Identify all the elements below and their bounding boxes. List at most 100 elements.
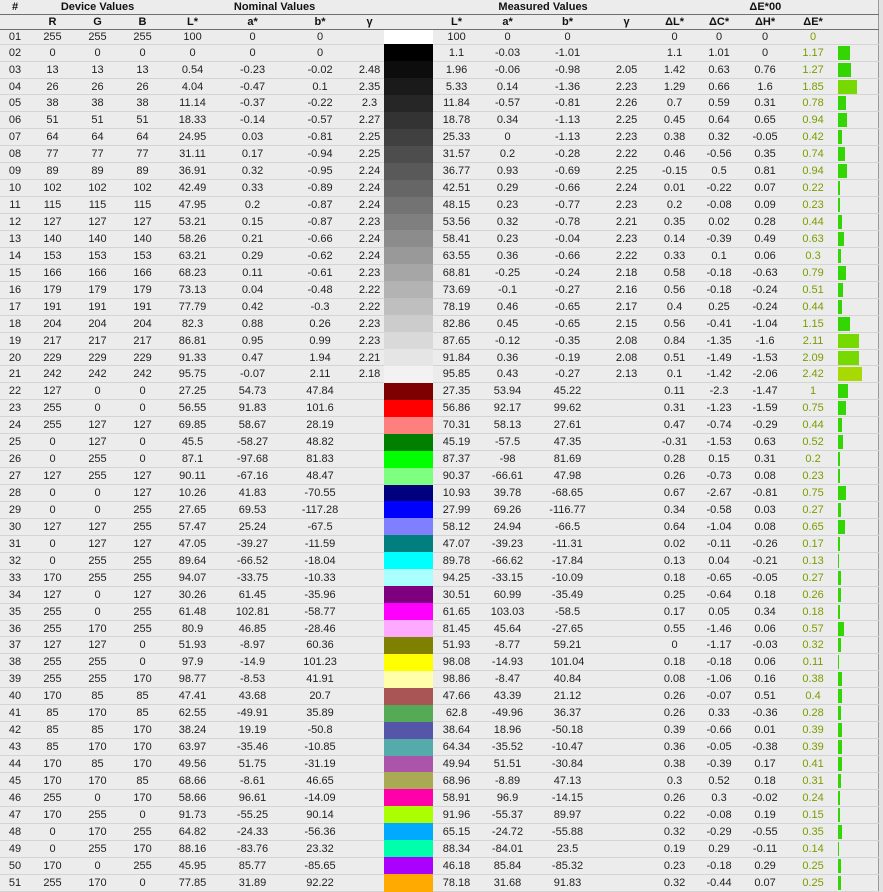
measured-b: -0.28 (535, 145, 601, 164)
device-g: 255 (75, 840, 120, 858)
delta-e-bar-cell (838, 586, 879, 604)
delta-e-bar (838, 486, 846, 501)
table-row: 48 0 170 255 64.82 -24.33 -56.36 65.15 -24.72 -55… (0, 823, 879, 841)
nominal-l: 64.82 (165, 823, 221, 841)
delta-c: -2.3 (696, 382, 743, 401)
delta-e-bar (838, 316, 850, 331)
col-measured-a: a* (480, 14, 536, 30)
delta-l: 0.38 (653, 755, 697, 773)
device-r: 255 (30, 789, 75, 807)
delta-e-bar (838, 96, 846, 111)
measured-a: -66.61 (480, 467, 536, 486)
nominal-a: -0.07 (220, 365, 286, 384)
delta-e: 0.38 (788, 670, 839, 689)
delta-e-bar (838, 418, 843, 433)
device-g: 170 (75, 738, 120, 757)
measured-gamma (600, 382, 654, 401)
measured-gamma: 2.16 (600, 281, 654, 299)
measured-a: 0.93 (480, 162, 536, 181)
delta-c: 0.63 (696, 61, 743, 79)
color-swatch (384, 264, 434, 282)
nominal-l: 49.56 (165, 755, 221, 773)
measured-a: -8.77 (480, 636, 536, 655)
nominal-gamma: 2.23 (355, 213, 385, 231)
row-number: 51 (0, 874, 30, 892)
device-g: 255 (75, 467, 120, 486)
col-bar (838, 14, 879, 30)
delta-e-bar-cell (838, 721, 879, 740)
measured-gamma (600, 721, 654, 740)
measured-b: -27.65 (535, 620, 601, 638)
measured-l: 45.19 (433, 433, 481, 452)
row-number: 05 (0, 94, 30, 113)
delta-l: 0.51 (653, 349, 697, 367)
table-row: 24 255 127 127 69.85 58.67 28.19 70.31 58.13 27.6… (0, 416, 879, 435)
delta-e-bar (838, 773, 842, 788)
nominal-l: 57.47 (165, 518, 221, 536)
measured-l: 87.65 (433, 332, 481, 350)
delta-l: 0.08 (653, 670, 697, 689)
nominal-a: -8.53 (220, 670, 286, 689)
color-swatch (384, 315, 434, 333)
delta-c: -1.42 (696, 365, 743, 384)
device-r: 0 (30, 450, 75, 469)
nominal-a: -0.14 (220, 111, 286, 130)
nominal-a: 0.42 (220, 298, 286, 316)
device-g: 0 (75, 382, 120, 401)
measured-gamma: 2.22 (600, 145, 654, 164)
measured-b: 21.12 (535, 687, 601, 706)
device-b: 0 (120, 636, 166, 655)
device-r: 102 (30, 179, 75, 198)
row-number: 50 (0, 857, 30, 875)
measured-a: -84.01 (480, 840, 536, 858)
delta-e-bar-cell (838, 247, 879, 265)
measured-gamma: 2.18 (600, 264, 654, 282)
table-row: 37 127 127 0 51.93 -8.97 60.36 51.93 -8.77 59.21 0… (0, 636, 879, 655)
delta-e-bar (838, 875, 841, 890)
measured-b: -1.13 (535, 111, 601, 130)
delta-l: 0.31 (653, 399, 697, 418)
device-r: 77 (30, 145, 75, 164)
table-row: 01 255 255 255 100 0 0 100 0 0 0 0 0 0 (0, 29, 879, 45)
color-swatch (384, 704, 434, 722)
delta-h: -0.21 (742, 552, 789, 570)
measured-l: 42.51 (433, 179, 481, 198)
device-g: 170 (75, 620, 120, 638)
nominal-l: 47.41 (165, 687, 221, 706)
delta-e-bar (838, 790, 841, 805)
device-g: 170 (75, 704, 120, 723)
nominal-l: 24.95 (165, 128, 221, 147)
measured-a: -24.72 (480, 823, 536, 841)
delta-h: -1.04 (742, 315, 789, 333)
device-b: 102 (120, 179, 166, 198)
table-row: 41 85 170 85 62.55 -49.91 35.89 62.8 -49.96 36.37… (0, 704, 879, 723)
delta-c: -0.18 (696, 857, 743, 875)
measured-gamma (600, 518, 654, 536)
measured-l: 78.19 (433, 298, 481, 316)
nominal-gamma: 2.22 (355, 298, 385, 316)
color-swatch (384, 467, 434, 485)
nominal-b: -11.59 (285, 535, 356, 553)
measured-l: 11.84 (433, 94, 481, 113)
measured-b: -1.13 (535, 128, 601, 147)
nominal-b: 0.99 (285, 332, 356, 350)
delta-e: 0.39 (788, 738, 839, 757)
color-swatch (384, 145, 434, 163)
device-r: 85 (30, 704, 75, 723)
delta-e-bar (838, 723, 842, 738)
device-r: 38 (30, 94, 75, 113)
device-b: 127 (120, 416, 166, 435)
delta-e-bar-cell (838, 382, 879, 401)
color-swatch (384, 755, 434, 773)
nominal-gamma (355, 416, 385, 435)
delta-e: 0.32 (788, 636, 839, 655)
nominal-a: 85.77 (220, 857, 286, 875)
delta-c: 0.25 (696, 298, 743, 316)
measured-l: 10.93 (433, 484, 481, 502)
delta-e: 0.23 (788, 467, 839, 486)
row-number: 16 (0, 281, 30, 299)
measured-l: 68.96 (433, 772, 481, 790)
table-row: 12 127 127 127 53.21 0.15 -0.87 2.23 53.56 0.32 -0… (0, 213, 879, 231)
device-r: 229 (30, 349, 75, 367)
delta-e: 0.78 (788, 94, 839, 113)
